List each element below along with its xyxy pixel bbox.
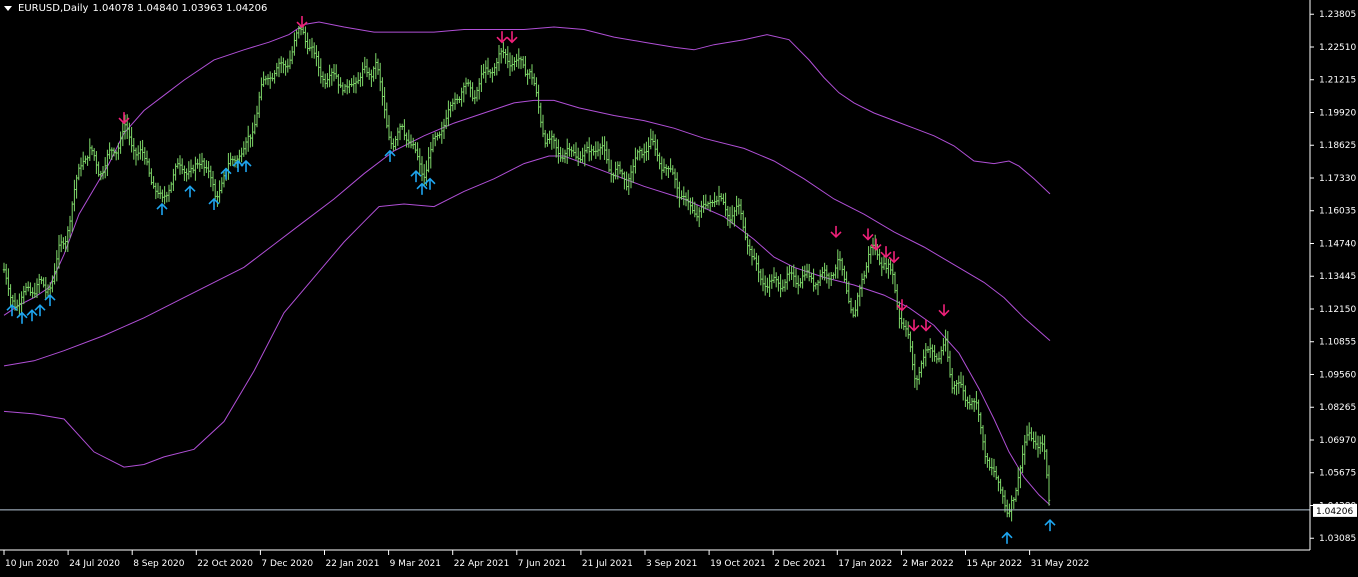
x-tick-label: 8 Sep 2020 <box>133 559 185 569</box>
chart-root[interactable]: 1.23805 1.22510 1.21215 1.19920 1.18625 1.173… <box>0 0 1358 573</box>
x-tick-label: 21 Jul 2021 <box>582 559 633 569</box>
y-tick-label: 1.21215 <box>1319 76 1356 86</box>
x-tick-label: 7 Dec 2020 <box>261 559 313 569</box>
y-tick-label: 1.22510 <box>1319 43 1356 53</box>
x-tick-label: 22 Apr 2021 <box>454 559 510 569</box>
symbol-timeframe: EURUSD,Daily <box>18 3 89 14</box>
chart-header: EURUSD,Daily 1.04078 1.04840 1.03963 1.0… <box>4 3 267 14</box>
y-tick-label: 1.03085 <box>1319 534 1356 544</box>
y-tick-label: 1.08265 <box>1319 403 1356 413</box>
y-axis-ticks: 1.23805 1.22510 1.21215 1.19920 1.18625 1.173… <box>1310 10 1356 544</box>
price-chart[interactable]: 1.23805 1.22510 1.21215 1.19920 1.18625 1.173… <box>0 0 1358 573</box>
ohlc-values: 1.04078 1.04840 1.03963 1.04206 <box>92 3 268 14</box>
y-tick-label: 1.19920 <box>1319 108 1356 118</box>
x-tick-label: 2 Mar 2022 <box>902 559 953 569</box>
y-tick-label: 1.16035 <box>1319 207 1356 217</box>
plot-area[interactable] <box>0 0 1310 550</box>
x-tick-label: 2 Dec 2021 <box>774 559 826 569</box>
x-tick-label: 17 Jan 2022 <box>838 559 892 569</box>
x-tick-label: 22 Oct 2020 <box>197 559 253 569</box>
x-tick-label: 31 May 2022 <box>1031 559 1090 569</box>
y-tick-label: 1.18625 <box>1319 141 1356 151</box>
x-tick-label: 10 Jun 2020 <box>5 559 59 569</box>
y-tick-label: 1.13445 <box>1319 272 1356 282</box>
current-price-box: 1.04206 <box>1313 503 1357 517</box>
x-tick-label: 22 Jan 2021 <box>326 559 380 569</box>
y-tick-label: 1.14740 <box>1319 239 1356 249</box>
y-tick-label: 1.10855 <box>1319 338 1356 348</box>
y-tick-label: 1.05675 <box>1319 469 1356 479</box>
y-tick-label: 1.09560 <box>1319 370 1356 380</box>
x-axis-ticks: 10 Jun 2020 24 Jul 2020 8 Sep 2020 22 Oct 2… <box>3 550 1090 569</box>
x-tick-label: 3 Sep 2021 <box>646 559 697 569</box>
x-tick-label: 7 Jun 2021 <box>518 559 566 569</box>
x-tick-label: 24 Jul 2020 <box>69 559 120 569</box>
y-tick-label: 1.17330 <box>1319 174 1356 184</box>
dropdown-triangle-icon[interactable] <box>4 6 12 11</box>
x-tick-label: 15 Apr 2022 <box>967 559 1023 569</box>
x-tick-label: 9 Mar 2021 <box>390 559 441 569</box>
y-tick-label: 1.12150 <box>1319 305 1356 315</box>
y-tick-label: 1.06970 <box>1319 436 1356 446</box>
current-price-label: 1.04206 <box>1316 507 1353 517</box>
x-tick-label: 19 Oct 2021 <box>710 559 766 569</box>
y-tick-label: 1.23805 <box>1319 10 1356 20</box>
